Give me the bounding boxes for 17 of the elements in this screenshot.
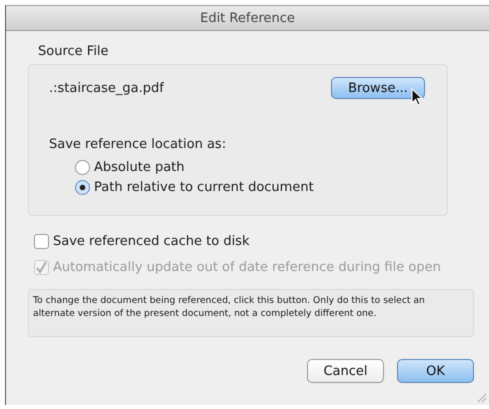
radio-label: Path relative to current document (94, 180, 314, 195)
radio-button[interactable] (75, 180, 90, 195)
radio-button[interactable] (75, 160, 90, 175)
section-label: Save reference location as: (49, 137, 228, 152)
checkbox-label: Save referenced cache to disk (53, 234, 250, 249)
checkbox-label: Automatically update out of date reference during file open (53, 260, 441, 275)
cancel-button[interactable]: Cancel (307, 359, 384, 383)
resize-grip-icon[interactable] (475, 391, 487, 403)
browse-button[interactable]: Browse... (331, 77, 425, 99)
file-path: .:staircase_ga.pdf (49, 80, 164, 96)
ok-button[interactable]: OK (397, 359, 474, 383)
checkbox[interactable] (34, 234, 49, 249)
pointer-cursor-icon (411, 88, 423, 106)
help-text: To change the document being referenced, click this button. Only do this to select an alternate version of the present document, not a completely different one. (28, 289, 474, 337)
radio-label: Absolute path (94, 160, 185, 175)
window-title: Edit Reference (200, 10, 295, 26)
group-label: Source File (38, 44, 110, 59)
